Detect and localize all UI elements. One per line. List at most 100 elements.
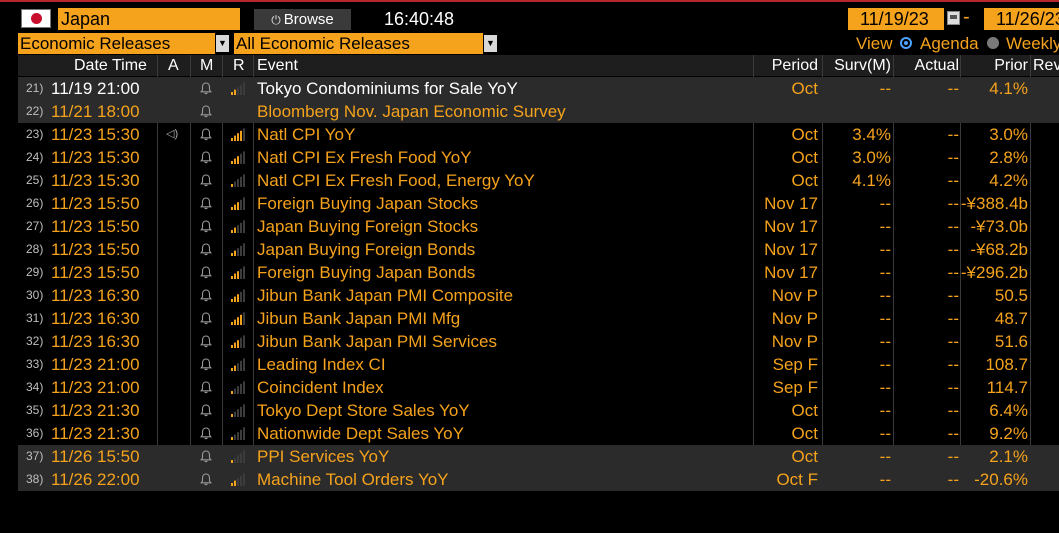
- row-event[interactable]: Natl CPI Ex Fresh Food, Energy YoY: [257, 169, 535, 192]
- row-datetime: 11/26 15:50: [51, 447, 140, 466]
- row-event[interactable]: Jibun Bank Japan PMI Composite: [257, 284, 513, 307]
- alert-bell-icon[interactable]: [200, 215, 212, 233]
- agenda-label[interactable]: Agenda: [920, 33, 979, 54]
- row-event[interactable]: Foreign Buying Japan Stocks: [257, 192, 478, 215]
- browse-button[interactable]: ⏻ Browse: [254, 9, 351, 30]
- row-event[interactable]: Japan Buying Foreign Stocks: [257, 215, 478, 238]
- subcategory-select[interactable]: All Economic Releases: [234, 33, 483, 54]
- col-prior[interactable]: Prior: [994, 55, 1028, 76]
- col-r[interactable]: R: [233, 55, 245, 76]
- relevance-bars-icon: [230, 445, 246, 463]
- row-event[interactable]: Jibun Bank Japan PMI Services: [257, 330, 497, 353]
- alert-bell-icon[interactable]: [200, 238, 212, 256]
- weekly-radio[interactable]: [987, 37, 999, 49]
- browse-icon: ⏻: [271, 13, 281, 27]
- alert-bell-icon[interactable]: [200, 353, 212, 371]
- alert-bell-icon[interactable]: [200, 284, 212, 302]
- row-datetime: 11/26 22:00: [51, 470, 140, 489]
- audio-icon[interactable]: ◁): [166, 123, 178, 146]
- row-actual: --: [947, 332, 959, 351]
- table-row[interactable]: 29) 11/23 15:50 Foreign Buying Japan Bonds…: [18, 261, 1059, 284]
- table-row[interactable]: 28) 11/23 15:50 Japan Buying Foreign Bonds…: [18, 238, 1059, 261]
- col-actual[interactable]: Actual: [915, 55, 959, 76]
- alert-bell-icon[interactable]: [200, 468, 212, 486]
- alert-bell-icon[interactable]: [200, 169, 212, 187]
- row-prior: -¥296.2b: [960, 263, 1028, 282]
- row-period: Oct: [791, 424, 818, 443]
- table-row[interactable]: 33) 11/23 21:00 Leading Index CI Sep F -- -- 1…: [18, 353, 1059, 376]
- row-prior: 51.6: [994, 332, 1028, 351]
- start-date-field[interactable]: 11/19/23: [848, 8, 944, 30]
- row-event[interactable]: Foreign Buying Japan Bonds: [257, 261, 475, 284]
- category-select[interactable]: Economic Releases: [18, 33, 215, 54]
- alert-bell-icon[interactable]: [200, 77, 212, 95]
- row-datetime: 11/23 15:50: [51, 240, 140, 259]
- alert-bell-icon[interactable]: [200, 445, 212, 463]
- row-period: Nov 17: [764, 240, 818, 259]
- agenda-radio[interactable]: [900, 37, 912, 49]
- col-survey[interactable]: Surv(M): [834, 55, 891, 76]
- relevance-bars-icon: [230, 376, 246, 394]
- table-row[interactable]: 23) 11/23 15:30 ◁) Natl CPI YoY Oct 3.4% -- 3.0…: [18, 123, 1059, 146]
- col-m[interactable]: M: [200, 55, 213, 76]
- row-period: Oct: [791, 148, 818, 167]
- top-border: [0, 0, 1059, 2]
- row-event[interactable]: Tokyo Dept Store Sales YoY: [257, 399, 470, 422]
- col-datetime[interactable]: Date Time: [74, 55, 147, 76]
- weekly-label[interactable]: Weekly: [1006, 33, 1059, 54]
- table-row[interactable]: 25) 11/23 15:30 Natl CPI Ex Fresh Food, En…: [18, 169, 1059, 192]
- row-event[interactable]: Leading Index CI: [257, 353, 386, 376]
- table-row[interactable]: 27) 11/23 15:50 Japan Buying Foreign Stock…: [18, 215, 1059, 238]
- alert-bell-icon[interactable]: [200, 422, 212, 440]
- table-row[interactable]: 32) 11/23 16:30 Jibun Bank Japan PMI Servi…: [18, 330, 1059, 353]
- row-datetime: 11/23 15:30: [51, 148, 140, 167]
- alert-bell-icon[interactable]: [200, 100, 212, 118]
- calendar-icon[interactable]: [947, 11, 960, 25]
- col-event[interactable]: Event: [257, 55, 298, 76]
- alert-bell-icon[interactable]: [200, 146, 212, 164]
- country-field[interactable]: Japan: [58, 8, 240, 30]
- row-number: 37): [26, 449, 44, 463]
- table-row[interactable]: 31) 11/23 16:30 Jibun Bank Japan PMI Mfg No…: [18, 307, 1059, 330]
- alert-bell-icon[interactable]: [200, 192, 212, 210]
- row-event[interactable]: Jibun Bank Japan PMI Mfg: [257, 307, 460, 330]
- relevance-bars-icon: [230, 353, 246, 371]
- table-row[interactable]: 36) 11/23 21:30 Nationwide Dept Sales YoY O…: [18, 422, 1059, 445]
- row-event[interactable]: Natl CPI Ex Fresh Food YoY: [257, 146, 472, 169]
- col-period[interactable]: Period: [772, 55, 818, 76]
- row-event[interactable]: Machine Tool Orders YoY: [257, 468, 449, 491]
- table-row[interactable]: 22) 11/21 18:00 Bloomberg Nov. Japan Econo…: [18, 100, 1059, 123]
- end-date-field[interactable]: 11/26/23: [984, 8, 1059, 30]
- row-survey: --: [879, 332, 891, 351]
- row-event[interactable]: Nationwide Dept Sales YoY: [257, 422, 464, 445]
- row-event[interactable]: Japan Buying Foreign Bonds: [257, 238, 475, 261]
- alert-bell-icon[interactable]: [200, 330, 212, 348]
- table-row[interactable]: 30) 11/23 16:30 Jibun Bank Japan PMI Compo…: [18, 284, 1059, 307]
- row-event[interactable]: PPI Services YoY: [257, 445, 389, 468]
- date-range-dash: -: [963, 6, 970, 28]
- table-row[interactable]: 34) 11/23 21:00 Coincident Index Sep F -- -- 1…: [18, 376, 1059, 399]
- row-period: Nov P: [771, 286, 818, 305]
- row-event[interactable]: Coincident Index: [257, 376, 384, 399]
- table-row[interactable]: 37) 11/26 15:50 PPI Services YoY Oct -- -- 2.1…: [18, 445, 1059, 468]
- alert-bell-icon[interactable]: [200, 123, 212, 141]
- col-a[interactable]: A: [168, 55, 179, 76]
- table-row[interactable]: 24) 11/23 15:30 Natl CPI Ex Fresh Food YoY…: [18, 146, 1059, 169]
- alert-bell-icon[interactable]: [200, 399, 212, 417]
- table-row[interactable]: 38) 11/26 22:00 Machine Tool Orders YoY Oct…: [18, 468, 1059, 491]
- category-dropdown-icon[interactable]: ▼: [216, 35, 229, 52]
- table-row[interactable]: 26) 11/23 15:50 Foreign Buying Japan Stock…: [18, 192, 1059, 215]
- row-event[interactable]: Natl CPI YoY: [257, 123, 355, 146]
- row-number: 26): [26, 196, 44, 210]
- table-row[interactable]: 21) 11/19 21:00 Tokyo Condominiums for Sal…: [18, 77, 1059, 100]
- col-revised[interactable]: Revised: [1033, 55, 1059, 76]
- subcategory-dropdown-icon[interactable]: ▼: [484, 35, 497, 52]
- row-event[interactable]: Bloomberg Nov. Japan Economic Survey: [257, 100, 566, 123]
- table-row[interactable]: 35) 11/23 21:30 Tokyo Dept Store Sales YoY…: [18, 399, 1059, 422]
- alert-bell-icon[interactable]: [200, 376, 212, 394]
- relevance-bars-icon: [230, 261, 246, 279]
- row-event[interactable]: Tokyo Condominiums for Sale YoY: [257, 77, 518, 100]
- alert-bell-icon[interactable]: [200, 307, 212, 325]
- row-actual: --: [947, 217, 959, 236]
- alert-bell-icon[interactable]: [200, 261, 212, 279]
